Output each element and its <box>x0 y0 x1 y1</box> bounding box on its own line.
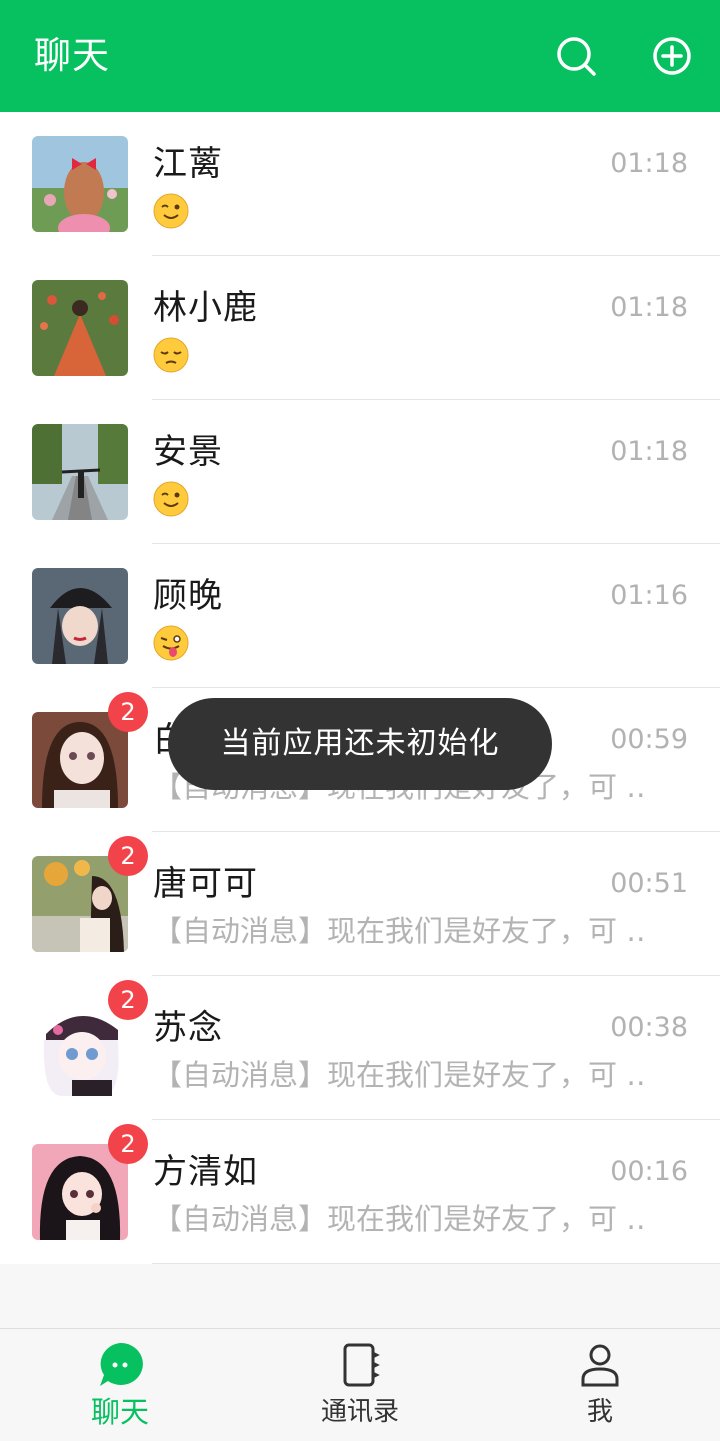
avatar <box>32 424 128 520</box>
unread-badge: 2 <box>108 980 148 1020</box>
chat-time: 00:51 <box>610 868 688 899</box>
tab-chats[interactable]: 聊天 <box>0 1329 240 1441</box>
chat-row[interactable]: 2 方清如 00:16 【自动消息】现在我们是好友了，可 ‥ <box>0 1120 720 1264</box>
chat-preview: 【自动消息】现在我们是好友了，可 ‥ <box>153 914 646 948</box>
bottom-tab-bar: 聊天 通讯录 我 <box>0 1328 720 1441</box>
tab-me[interactable]: 我 <box>480 1329 720 1441</box>
avatar <box>32 568 128 664</box>
unread-badge: 2 <box>108 836 148 876</box>
chat-time: 00:38 <box>610 1012 688 1043</box>
page-title: 聊天 <box>34 34 110 77</box>
chat-row[interactable]: 2 唐可可 00:51 【自动消息】现在我们是好友了，可 ‥ <box>0 832 720 976</box>
winking-face-icon <box>153 193 189 229</box>
chat-row[interactable]: 江蓠 01:18 <box>0 112 720 256</box>
chat-row[interactable]: 顾晚 01:16 <box>0 544 720 688</box>
tab-contacts[interactable]: 通讯录 <box>240 1329 480 1441</box>
chat-time: 01:18 <box>610 436 688 467</box>
divider <box>152 1263 720 1264</box>
tongue-out-face-icon <box>153 625 189 661</box>
user-icon <box>576 1341 624 1389</box>
unread-badge: 2 <box>108 1124 148 1164</box>
chat-preview: 【自动消息】现在我们是好友了，可 ‥ <box>153 1058 646 1092</box>
unread-badge: 2 <box>108 692 148 732</box>
top-bar: 聊天 <box>0 0 720 112</box>
chat-name: 方清如 <box>153 1152 258 1192</box>
chat-time: 01:18 <box>610 292 688 323</box>
chat-time: 01:16 <box>610 580 688 611</box>
avatar <box>32 136 128 232</box>
chat-name: 苏念 <box>153 1008 223 1048</box>
tab-label: 我 <box>586 1397 613 1427</box>
chat-name: 唐可可 <box>153 864 258 904</box>
plus-circle-icon[interactable] <box>650 34 694 78</box>
chat-name: 林小鹿 <box>153 288 258 328</box>
search-icon[interactable] <box>554 34 598 78</box>
chat-name: 安景 <box>153 432 223 472</box>
chat-row[interactable]: 2 苏念 00:38 【自动消息】现在我们是好友了，可 ‥ <box>0 976 720 1120</box>
chat-row[interactable]: 林小鹿 01:18 <box>0 256 720 400</box>
chat-time: 00:16 <box>610 1156 688 1187</box>
chat-time: 00:59 <box>610 724 688 755</box>
chat-row[interactable]: 安景 01:18 <box>0 400 720 544</box>
chat-name: 顾晚 <box>153 576 223 616</box>
chat-bubble-icon <box>96 1341 144 1389</box>
contacts-book-icon <box>336 1341 384 1389</box>
chat-time: 01:18 <box>610 148 688 179</box>
avatar <box>32 280 128 376</box>
toast-message: 当前应用还未初始化 <box>168 698 552 790</box>
tab-label: 聊天 <box>90 1395 149 1429</box>
tab-label: 通讯录 <box>320 1397 399 1427</box>
chat-name: 江蓠 <box>153 144 223 184</box>
winking-face-icon <box>153 481 189 517</box>
pensive-face-icon <box>153 337 189 373</box>
chat-list: 江蓠 01:18 林小鹿 01:18 安景 01:18 顾晚 01:16 2 0… <box>0 112 720 1264</box>
chat-preview: 【自动消息】现在我们是好友了，可 ‥ <box>153 1202 646 1236</box>
